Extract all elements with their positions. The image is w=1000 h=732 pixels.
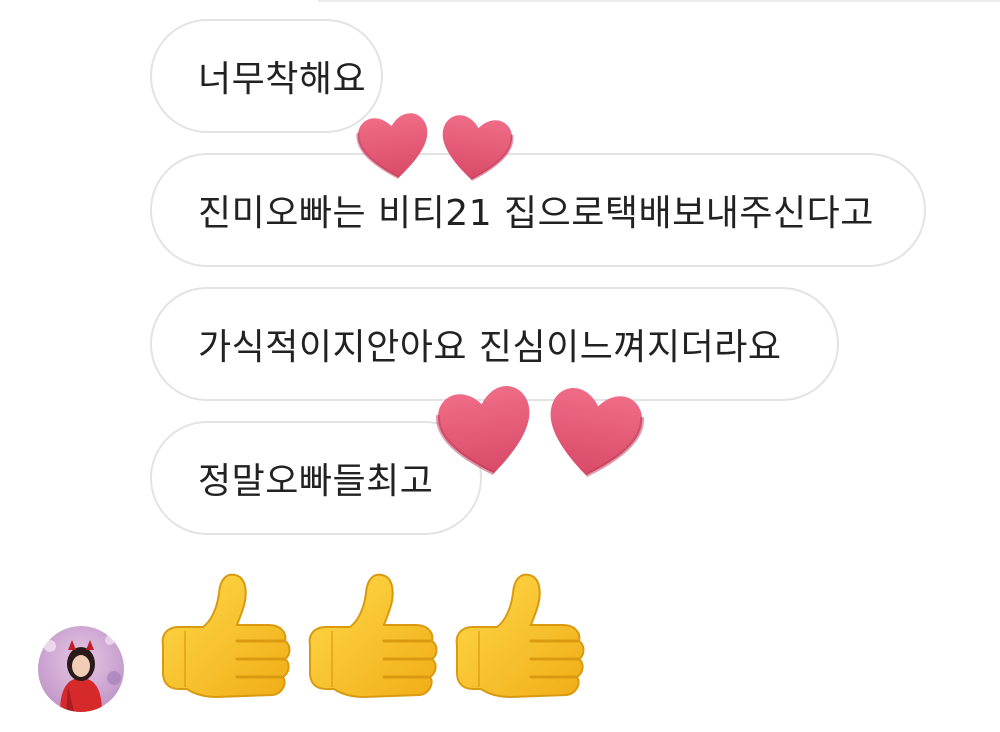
avatar-image [38, 626, 124, 712]
thumbs-up-icon [161, 573, 291, 699]
message-bubble[interactable]: 진미오빠는 비티21 집으로택배보내주신다고 [150, 153, 926, 267]
message-text: 너무착해요 [198, 59, 367, 100]
two-hearts-icon [356, 113, 514, 181]
message-text: 진미오빠는 비티21 집으로택배보내주신다고 [198, 193, 874, 234]
avatar[interactable] [38, 626, 124, 712]
chat-thread: 너무착해요 진미오빠는 비티21 집으로택배보내주신다고 가식적이지안아요 진심… [0, 0, 1000, 732]
message-text: 가식적이지안아요 진심이느껴지더라요 [198, 327, 782, 368]
divider [318, 0, 1000, 2]
message-bubble[interactable]: 정말오빠들최고 [150, 421, 482, 535]
two-hearts-icon [436, 386, 644, 478]
thumbs-up-icon [308, 573, 438, 699]
message-text: 정말오빠들최고 [198, 461, 434, 502]
message-bubble[interactable]: 너무착해요 [150, 19, 383, 133]
thumbs-up-icon [455, 573, 585, 699]
